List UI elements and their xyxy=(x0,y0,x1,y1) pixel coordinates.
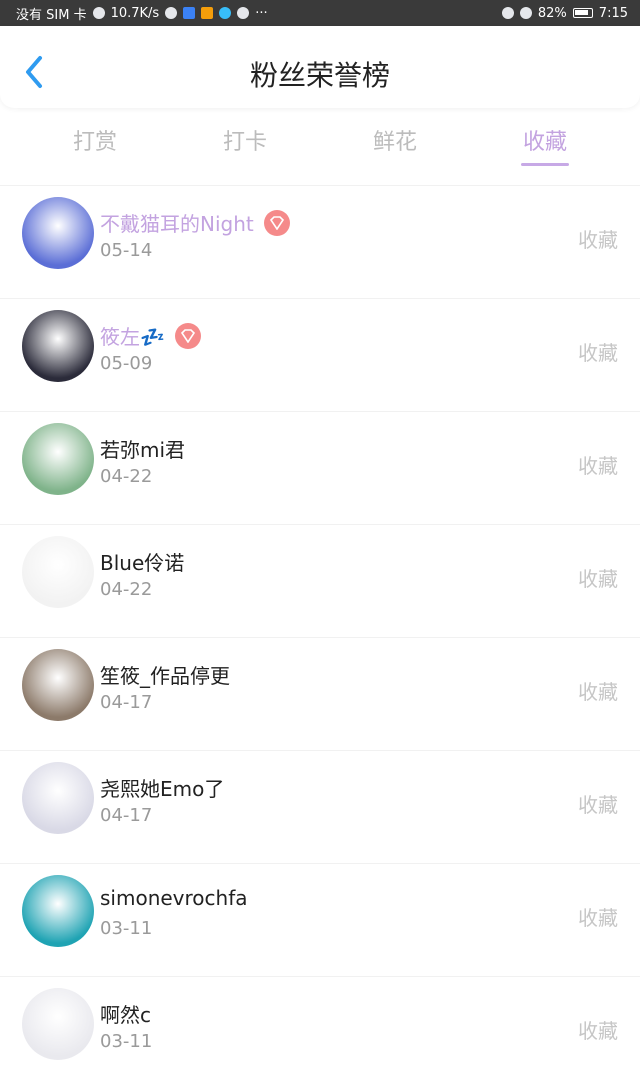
date-text: 03-11 xyxy=(100,1031,153,1052)
battery-percent: 82% xyxy=(537,5,567,21)
user-name-row: 啊然c xyxy=(100,999,151,1028)
list-item[interactable]: 啊然c 03-11 收藏 xyxy=(0,976,640,1066)
user-name: simonevrochfa xyxy=(100,886,248,910)
avatar[interactable] xyxy=(22,875,94,947)
page-header: 粉丝荣誉榜 xyxy=(0,26,640,108)
avatar[interactable] xyxy=(22,988,94,1060)
favorite-action: 收藏 xyxy=(578,680,618,704)
date-text: 05-14 xyxy=(100,240,153,261)
favorite-action: 收藏 xyxy=(578,454,618,478)
user-name: 啊然c xyxy=(100,1003,151,1027)
avatar[interactable] xyxy=(22,762,94,834)
avatar[interactable] xyxy=(22,310,94,382)
user-name-row: simonevrochfa xyxy=(100,886,248,910)
user-name-row: Blue伶诺 xyxy=(100,547,184,576)
list-item[interactable]: simonevrochfa 03-11 收藏 xyxy=(0,863,640,976)
hourglass-icon xyxy=(165,7,178,19)
list-item[interactable]: 笙筱_作品停更 04-17 收藏 xyxy=(0,637,640,750)
date-text: 04-17 xyxy=(100,805,153,826)
list-item[interactable]: 不戴猫耳的Night 05-14 收藏 xyxy=(0,185,640,298)
tab-flowers[interactable]: 鲜花 xyxy=(320,118,470,168)
user-name: 若弥mi君 xyxy=(100,438,186,462)
vibrate-icon xyxy=(519,7,532,19)
tab-label: 鲜花 xyxy=(372,130,417,155)
wifi-icon xyxy=(92,7,105,19)
tab-bar: 打赏 打卡 鲜花 收藏 xyxy=(20,118,620,168)
status-bar-right: 82% 7:15 xyxy=(501,5,628,21)
favorite-action: 收藏 xyxy=(578,567,618,591)
favorite-action: 收藏 xyxy=(578,228,618,252)
date-text: 04-22 xyxy=(100,579,153,600)
user-name-row: 筱左💤 xyxy=(100,321,201,350)
avatar[interactable] xyxy=(22,649,94,721)
network-speed: 10.7K/s xyxy=(110,5,160,21)
tab-favorites[interactable]: 收藏 xyxy=(470,118,620,168)
fan-list: 不戴猫耳的Night 05-14 收藏 筱左💤 05-09 收藏 若弥mi君 0… xyxy=(0,185,640,1066)
list-item[interactable]: 若弥mi君 04-22 收藏 xyxy=(0,411,640,524)
list-item[interactable]: 尧熙她Emo了 04-17 收藏 xyxy=(0,750,640,863)
list-item[interactable]: 筱左💤 05-09 收藏 xyxy=(0,298,640,411)
list-item[interactable]: Blue伶诺 04-22 收藏 xyxy=(0,524,640,637)
user-name-row: 不戴猫耳的Night xyxy=(100,208,290,237)
status-bar: 没有 SIM 卡 10.7K/s ··· 82% 7:15 xyxy=(0,0,640,26)
avatar[interactable] xyxy=(22,536,94,608)
date-text: 03-11 xyxy=(100,918,153,939)
user-name: 笙筱_作品停更 xyxy=(100,664,230,688)
status-bar-left: 没有 SIM 卡 10.7K/s ··· xyxy=(16,4,268,23)
user-name-row: 笙筱_作品停更 xyxy=(100,660,230,689)
favorite-action: 收藏 xyxy=(578,1019,618,1043)
avatar[interactable] xyxy=(22,423,94,495)
favorite-action: 收藏 xyxy=(578,341,618,365)
tab-label: 打卡 xyxy=(222,130,267,155)
user-name-row: 若弥mi君 xyxy=(100,434,185,463)
user-name: Blue伶诺 xyxy=(100,551,185,575)
more-notifications: ··· xyxy=(255,5,268,21)
tab-checkin[interactable]: 打卡 xyxy=(170,118,320,168)
diamond-badge-icon xyxy=(174,322,201,349)
date-text: 04-22 xyxy=(100,466,153,487)
video-notification-icon xyxy=(201,7,214,19)
app-notification-icon xyxy=(183,7,196,19)
favorite-action: 收藏 xyxy=(578,906,618,930)
shield-notification-icon xyxy=(237,7,250,19)
tab-label: 打赏 xyxy=(72,130,117,155)
user-name-row: 尧熙她Emo了 xyxy=(100,773,224,802)
battery-icon xyxy=(572,8,593,18)
user-name: 不戴猫耳的Night xyxy=(100,212,254,236)
favorite-action: 收藏 xyxy=(578,793,618,817)
user-name: 尧熙她Emo了 xyxy=(100,777,225,801)
page-title: 粉丝荣誉榜 xyxy=(249,59,390,92)
tab-label: 收藏 xyxy=(522,130,567,155)
carrier-text: 没有 SIM 卡 xyxy=(16,7,87,23)
clock: 7:15 xyxy=(598,5,628,21)
user-name: 筱左💤 xyxy=(100,325,165,349)
cloud-notification-icon xyxy=(219,7,232,19)
avatar[interactable] xyxy=(22,197,94,269)
active-tab-indicator xyxy=(521,163,569,166)
eye-icon xyxy=(501,7,514,19)
date-text: 05-09 xyxy=(100,353,153,374)
date-text: 04-17 xyxy=(100,692,153,713)
tab-tip[interactable]: 打赏 xyxy=(20,118,170,168)
diamond-badge-icon xyxy=(263,209,290,236)
